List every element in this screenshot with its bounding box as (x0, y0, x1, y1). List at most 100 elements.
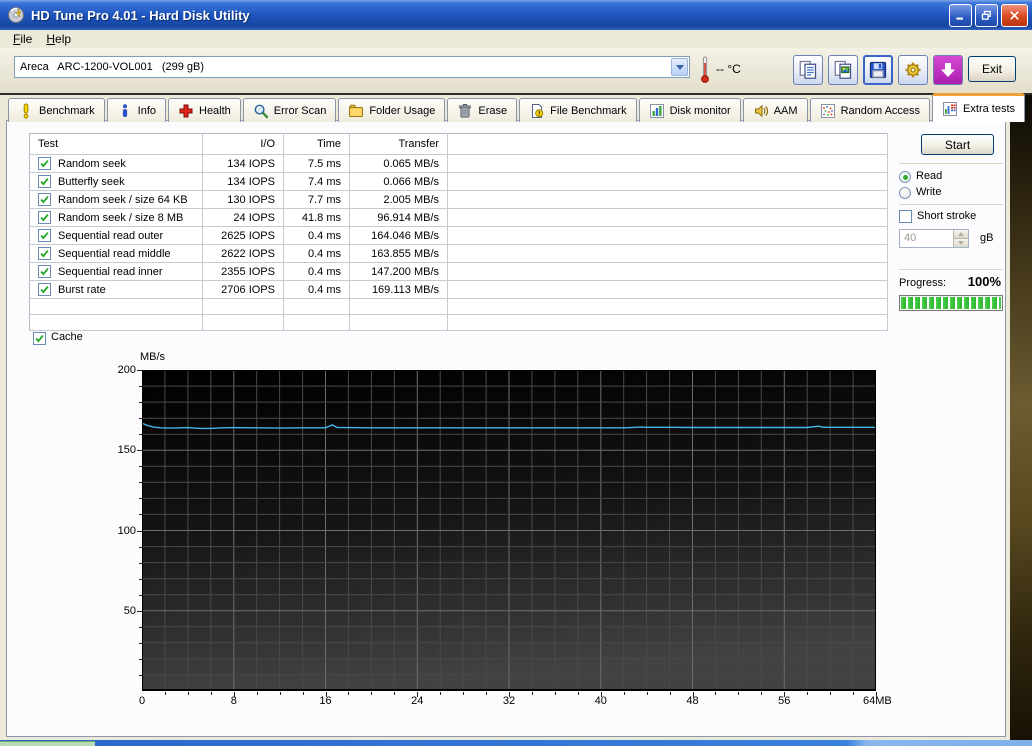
tab-error-scan[interactable]: Error Scan (242, 98, 337, 122)
tab-label-file-benchmark: File Benchmark (550, 104, 627, 117)
test-enabled-checkbox[interactable] (38, 229, 51, 242)
separator (899, 163, 1003, 165)
read-radio-label[interactable]: Read (916, 170, 942, 182)
time-cell: 41.8 ms (283, 208, 350, 227)
test-enabled-checkbox[interactable] (38, 157, 51, 170)
test-enabled-checkbox[interactable] (38, 175, 51, 188)
start-button[interactable]: Start (921, 134, 994, 155)
x-axis-tick (256, 692, 258, 695)
menu-file[interactable]: File (6, 31, 39, 47)
cache-checkbox-label[interactable]: Cache (51, 331, 83, 343)
tab-health[interactable]: Health (168, 98, 241, 122)
menu-bar: File Help (0, 30, 1032, 48)
blank-cell (29, 298, 203, 315)
x-axis-tick (279, 692, 281, 695)
test-enabled-checkbox[interactable] (38, 247, 51, 260)
tab-label-benchmark: Benchmark (39, 104, 95, 117)
x-axis-tick (738, 692, 740, 695)
table-row: Random seek 134 IOPS 7.5 ms 0.065 MB/s (29, 154, 888, 173)
blank-cell (447, 154, 888, 173)
tab-strip: Benchmark Info Health Error Scan Folder Usag… (8, 93, 1026, 122)
short-stroke-label[interactable]: Short stroke (917, 210, 976, 222)
options-button[interactable] (898, 55, 928, 85)
drive-selector[interactable]: Areca ARC-1200-VOL001 (299 gB) (14, 56, 690, 78)
tab-erase[interactable]: Erase (447, 98, 518, 122)
column-header-time[interactable]: Time (283, 133, 350, 155)
read-radio[interactable] (899, 171, 911, 183)
taskbar-button[interactable] (0, 741, 95, 746)
file-benchmark-icon (529, 103, 545, 119)
thermometer-icon (696, 55, 714, 85)
y-axis-label: 200 (117, 364, 136, 376)
y-axis-tick (139, 434, 142, 436)
download-button[interactable] (933, 55, 963, 85)
tab-random-access[interactable]: Random Access (809, 98, 931, 122)
write-radio[interactable] (899, 187, 911, 199)
time-cell: 7.4 ms (283, 172, 350, 191)
tab-info[interactable]: Info (106, 98, 166, 122)
spinner-up-arrow[interactable] (953, 230, 968, 239)
x-axis-tick (394, 692, 396, 695)
copy-text-icon (798, 60, 818, 80)
tab-label-aam: AAM (773, 104, 798, 117)
column-header-test[interactable]: Test (29, 133, 203, 155)
tab-benchmark[interactable]: Benchmark (8, 98, 105, 122)
tab-aam[interactable]: AAM (742, 98, 808, 122)
copy-text-button[interactable] (793, 55, 823, 85)
column-header-io[interactable]: I/O (202, 133, 284, 155)
exit-button[interactable]: Exit (968, 56, 1016, 82)
copy-image-button[interactable] (828, 55, 858, 85)
tab-label-health: Health (199, 104, 231, 117)
cache-transfer-chart (141, 370, 876, 691)
tab-label-info: Info (137, 104, 156, 117)
cache-checkbox[interactable] (33, 332, 46, 345)
temperature-readout: -- °C (716, 62, 741, 76)
short-stroke-capacity-input[interactable]: 40 (899, 229, 969, 248)
save-screenshot-button[interactable] (863, 55, 893, 85)
y-axis-tick (139, 402, 142, 404)
test-enabled-checkbox[interactable] (38, 283, 51, 296)
test-name-cell: Random seek (29, 154, 203, 173)
chevron-down-icon[interactable] (671, 58, 688, 76)
close-button[interactable] (1001, 4, 1028, 27)
error-scan-icon (253, 103, 269, 119)
test-name: Sequential read middle (58, 247, 171, 260)
x-axis-tick (876, 692, 877, 697)
time-cell: 0.4 ms (283, 262, 350, 281)
blank-cell (447, 262, 888, 281)
y-axis-tick (139, 658, 142, 660)
write-radio-label[interactable]: Write (916, 186, 941, 198)
test-enabled-checkbox[interactable] (38, 265, 51, 278)
blank-cell (447, 190, 888, 209)
transfer-cell: 164.046 MB/s (349, 226, 448, 245)
transfer-cell: 0.066 MB/s (349, 172, 448, 191)
y-axis-tick (139, 498, 142, 500)
minimize-button[interactable] (949, 4, 972, 27)
column-header-transfer[interactable]: Transfer (349, 133, 448, 155)
test-name: Random seek / size 8 MB (58, 211, 184, 224)
y-axis-tick (139, 482, 142, 484)
x-axis-tick (600, 692, 602, 697)
tab-disk-monitor[interactable]: Disk monitor (638, 98, 741, 122)
table-row: Butterfly seek 134 IOPS 7.4 ms 0.066 MB/s (29, 172, 888, 191)
tab-folder-usage[interactable]: Folder Usage (338, 98, 446, 122)
table-row: Sequential read inner 2355 IOPS 0.4 ms 147.… (29, 262, 888, 281)
tab-label-erase: Erase (478, 104, 508, 117)
menu-help[interactable]: Help (39, 31, 78, 47)
x-axis-tick (440, 692, 442, 695)
benchmark-icon (18, 103, 34, 119)
tab-file-benchmark[interactable]: File Benchmark (519, 98, 637, 122)
spinner-down-arrow[interactable] (953, 239, 968, 247)
y-axis-unit-label: MB/s (140, 351, 166, 363)
test-enabled-checkbox[interactable] (38, 193, 51, 206)
test-name-cell: Sequential read inner (29, 262, 203, 281)
restore-button[interactable] (975, 4, 998, 27)
y-axis-tick (139, 418, 142, 420)
taskbar[interactable] (0, 740, 1032, 746)
tab-extra-tests[interactable]: Extra tests (932, 93, 1026, 122)
blank-cell (447, 298, 888, 315)
test-enabled-checkbox[interactable] (38, 211, 51, 224)
y-axis-tick (137, 530, 142, 532)
x-axis-tick (531, 692, 533, 695)
short-stroke-checkbox[interactable] (899, 210, 912, 223)
